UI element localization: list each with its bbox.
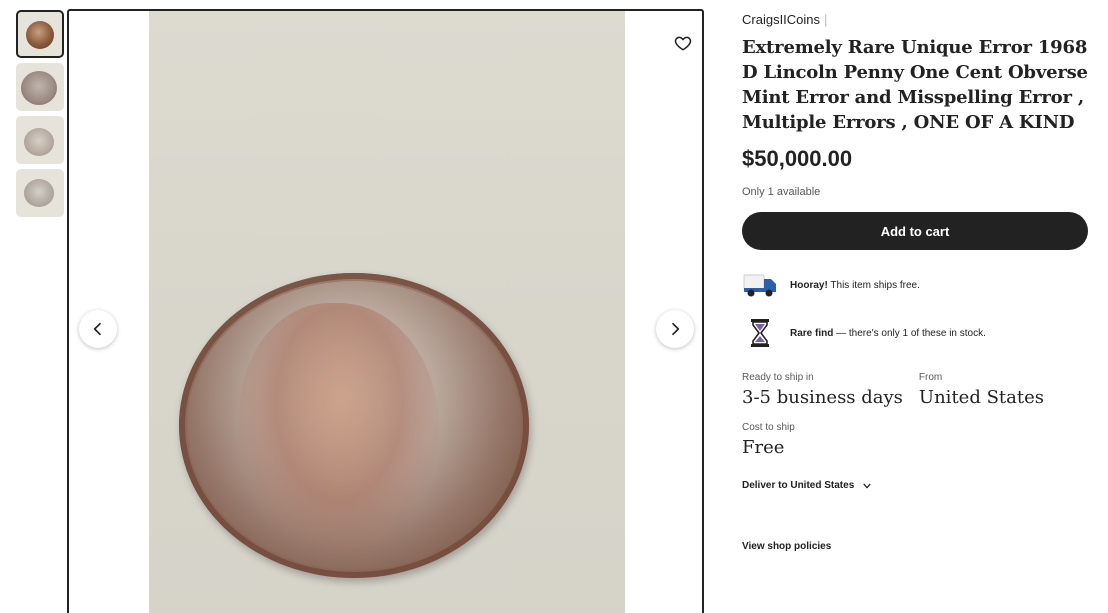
cost-to-ship-label: Cost to ship	[742, 422, 795, 433]
cost-to-ship: Cost to ship Free	[742, 422, 1092, 458]
coin-thumbnail-image	[24, 179, 54, 207]
thumbnail-2[interactable]	[16, 63, 64, 111]
coin-thumbnail-image	[26, 21, 54, 49]
free-shipping-text: Hooray! This item ships free.	[790, 280, 920, 291]
thumbnail-strip	[16, 10, 64, 222]
ready-to-ship: Ready to ship in 3-5 business days	[742, 372, 903, 408]
thumbnail-4[interactable]	[16, 169, 64, 217]
shop-name-row: CraigsIICoins |	[742, 12, 1092, 27]
listing-price: $50,000.00	[742, 146, 853, 171]
rare-find-detail: — there's only 1 of these in stock.	[833, 327, 986, 339]
chevron-right-icon	[672, 322, 680, 336]
add-to-cart-button[interactable]: Add to cart	[742, 212, 1088, 250]
previous-image-button[interactable]	[79, 310, 117, 348]
rare-find-highlight: Rare find	[790, 327, 834, 339]
shipping-info: Ready to ship in 3-5 business days From …	[742, 372, 1092, 408]
rare-find-row: Rare find — there's only 1 of these in s…	[742, 316, 1092, 350]
hourglass-icon	[742, 317, 778, 349]
stock-status: Only 1 available	[742, 186, 821, 198]
coin-rim	[179, 273, 529, 578]
ready-to-ship-value: 3-5 business days	[742, 387, 903, 408]
free-shipping-row: Hooray! This item ships free.	[742, 268, 1092, 302]
favorite-button[interactable]	[667, 27, 699, 59]
free-shipping-detail: This item ships free.	[827, 279, 920, 291]
rare-find-text: Rare find — there's only 1 of these in s…	[790, 328, 986, 339]
deliver-to-dropdown[interactable]: Deliver to United States	[742, 480, 1092, 491]
view-shop-policies-link[interactable]: View shop policies	[742, 541, 1092, 552]
shop-separator: |	[824, 12, 828, 27]
next-image-button[interactable]	[656, 310, 694, 348]
coin-thumbnail-image	[21, 71, 57, 105]
free-shipping-highlight: Hooray!	[790, 279, 828, 291]
chevron-left-icon	[93, 322, 101, 336]
listing-title: Extremely Rare Unique Error 1968 D Linco…	[742, 37, 1088, 133]
truck-icon	[742, 269, 778, 301]
penny-image	[179, 273, 529, 578]
deliver-to-label: Deliver to United States	[742, 480, 855, 491]
cost-to-ship-value: Free	[742, 437, 785, 458]
ships-from-value: United States	[918, 387, 1044, 408]
ships-from-label: From	[918, 372, 943, 383]
shop-name-link[interactable]: CraigsIICoins	[742, 12, 820, 27]
thumbnail-3[interactable]	[16, 116, 64, 164]
ships-from: From United States	[919, 372, 1044, 408]
chevron-down-icon	[863, 483, 871, 488]
main-image-viewer	[67, 9, 704, 613]
listing-panel: CraigsIICoins | Extremely Rare Unique Er…	[742, 12, 1092, 552]
ready-to-ship-label: Ready to ship in	[742, 372, 814, 383]
product-photo	[149, 11, 625, 613]
heart-icon	[674, 36, 692, 51]
coin-thumbnail-image	[24, 128, 54, 156]
thumbnail-1[interactable]	[16, 10, 64, 58]
